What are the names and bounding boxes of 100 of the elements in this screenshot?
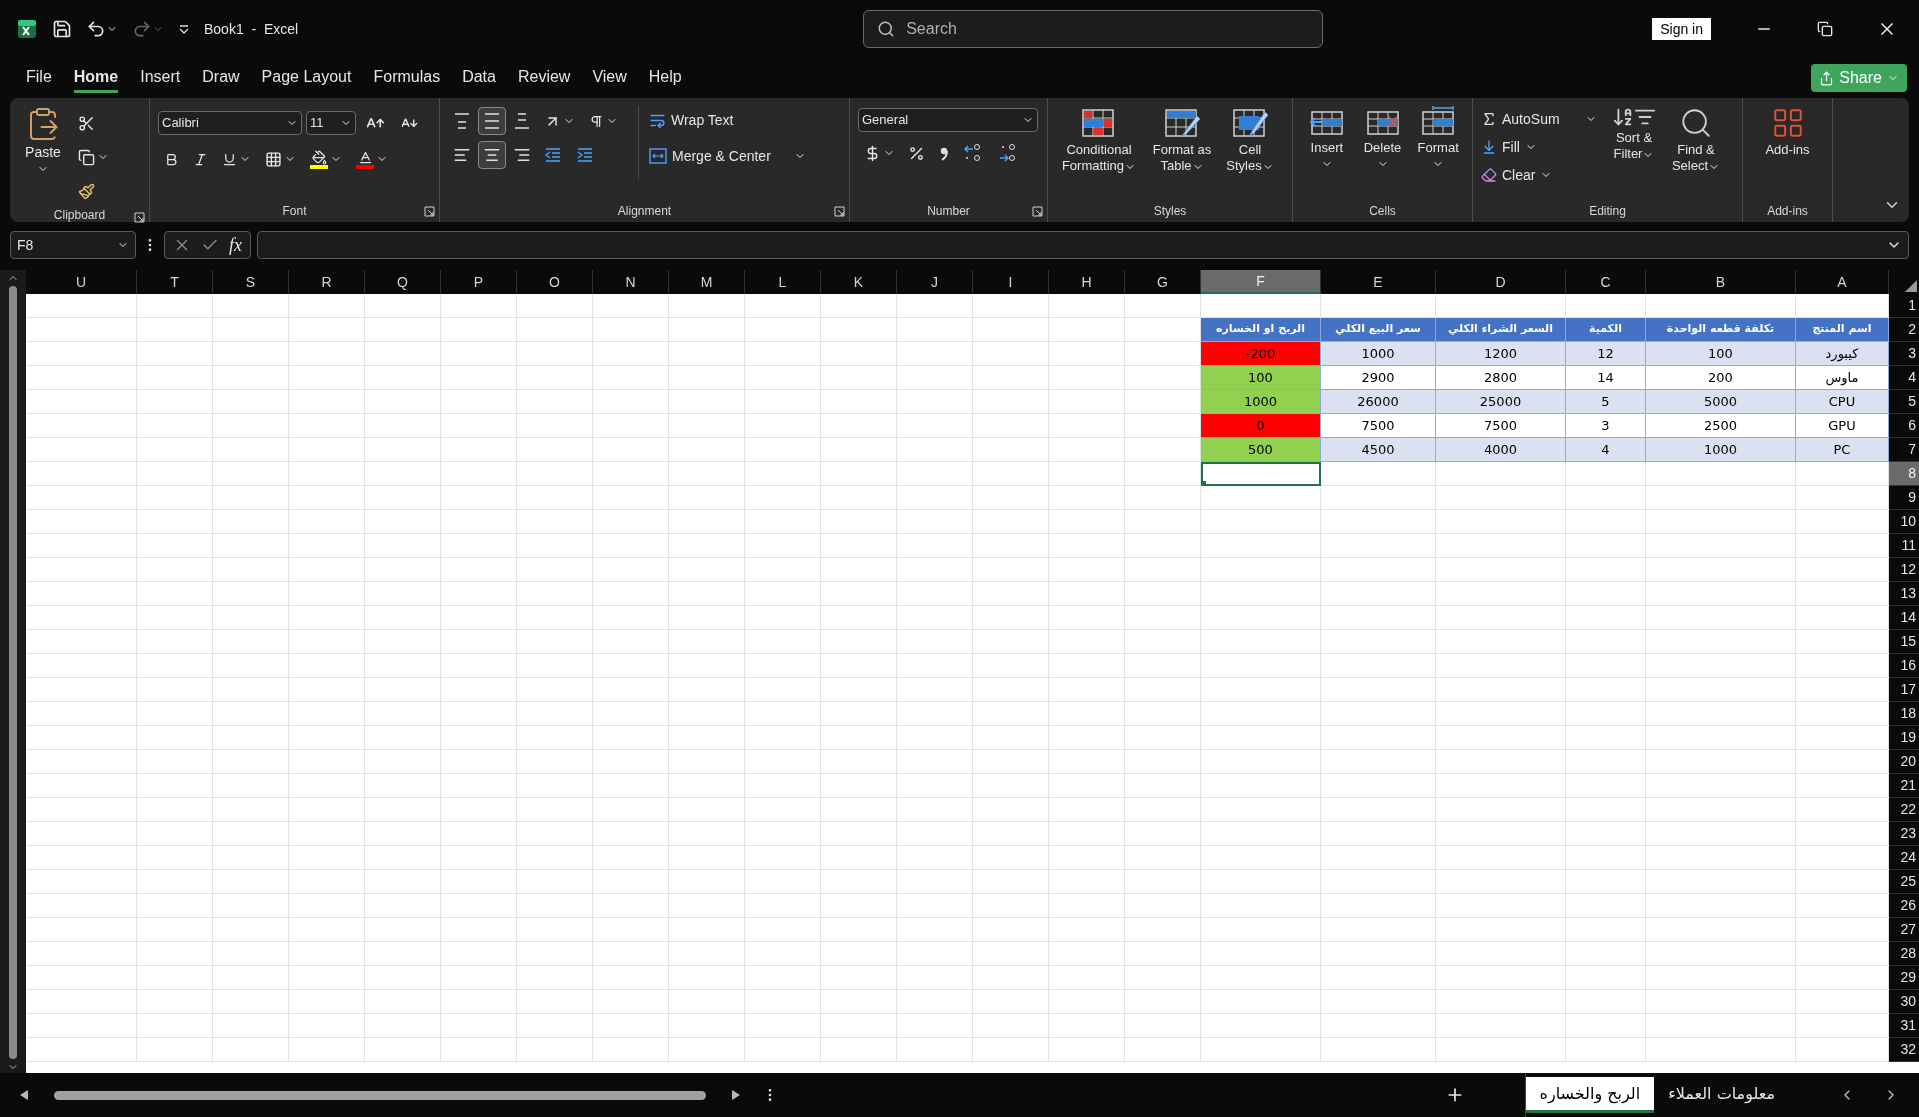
column-header[interactable]: C [1566, 270, 1646, 294]
row-header[interactable]: 28 [1889, 942, 1919, 966]
undo-icon[interactable] [86, 19, 106, 39]
cells-button[interactable]: Insert [1301, 106, 1353, 170]
row-header[interactable]: 4 [1889, 366, 1919, 390]
editing-button[interactable]: Clear [1481, 162, 1601, 188]
merge-center-button[interactable]: Merge & Center [649, 142, 806, 170]
column-header[interactable]: B [1646, 270, 1796, 294]
vertical-scrollbar[interactable] [0, 270, 26, 1073]
row-header[interactable]: 7 [1889, 438, 1919, 462]
row-header[interactable]: 11 [1889, 534, 1919, 558]
wrap-text-button[interactable]: Wrap Text [649, 106, 806, 134]
editing-button[interactable]: Sort & Filter [1605, 106, 1663, 162]
column-header[interactable]: R [289, 270, 365, 294]
row-header[interactable]: 6 [1889, 414, 1919, 438]
column-header[interactable]: K [821, 270, 897, 294]
vertical-align-button[interactable] [478, 107, 506, 135]
row-header[interactable]: 14 [1889, 606, 1919, 630]
styles-button[interactable]: Conditional Formatting [1056, 106, 1142, 174]
row-header[interactable]: 26 [1889, 894, 1919, 918]
editing-button[interactable]: Fill [1481, 134, 1601, 160]
column-header[interactable]: G [1125, 270, 1201, 294]
dialog-launcher-icon[interactable] [424, 206, 435, 217]
row-header[interactable]: 21 [1889, 774, 1919, 798]
sheet-tab[interactable]: الربح والخساره [1525, 1077, 1655, 1113]
menu-tab[interactable]: Page Layout [261, 63, 352, 93]
restore-icon[interactable] [1817, 21, 1833, 37]
column-header[interactable]: F [1201, 270, 1321, 294]
row-header[interactable]: 25 [1889, 870, 1919, 894]
row-header[interactable]: 8 [1889, 462, 1919, 486]
menu-tab[interactable]: File [26, 63, 52, 93]
menu-tab[interactable]: Help [648, 63, 682, 93]
column-header[interactable]: O [517, 270, 593, 294]
menu-tab[interactable]: Insert [140, 63, 181, 93]
sheet-tab[interactable]: معلومات العملاء [1654, 1077, 1789, 1113]
row-header[interactable]: 2 [1889, 318, 1919, 342]
column-header[interactable]: T [137, 270, 213, 294]
sign-in-button[interactable]: Sign in [1652, 18, 1711, 40]
row-header[interactable]: 9 [1889, 486, 1919, 510]
row-header[interactable]: 24 [1889, 846, 1919, 870]
editing-button[interactable]: Find & Select [1667, 106, 1725, 174]
dialog-launcher-icon[interactable] [134, 212, 145, 223]
row-header[interactable]: 3 [1889, 342, 1919, 366]
font-name-field[interactable]: Calibri [158, 111, 302, 135]
row-header[interactable]: 13 [1889, 582, 1919, 606]
row-header[interactable]: 27 [1889, 918, 1919, 942]
row-header[interactable]: 16 [1889, 654, 1919, 678]
active-cell[interactable] [1201, 462, 1321, 486]
search-field[interactable]: Search [863, 10, 1324, 48]
horizontal-scrollbar[interactable] [20, 1087, 740, 1103]
row-header[interactable]: 20 [1889, 750, 1919, 774]
row-header[interactable]: 10 [1889, 510, 1919, 534]
menu-tab[interactable]: Formulas [373, 63, 441, 93]
column-header[interactable]: A [1796, 270, 1889, 294]
row-header[interactable]: 32 [1889, 1038, 1919, 1062]
row-header[interactable]: 29 [1889, 966, 1919, 990]
menu-tab[interactable]: Review [517, 63, 571, 93]
column-header[interactable]: I [973, 270, 1049, 294]
column-header[interactable]: H [1049, 270, 1125, 294]
dialog-launcher-icon[interactable] [1032, 206, 1043, 217]
menu-tab[interactable]: Data [462, 63, 496, 93]
redo-icon[interactable] [132, 19, 152, 39]
column-header[interactable]: U [26, 270, 137, 294]
row-header[interactable]: 18 [1889, 702, 1919, 726]
add-ins-button[interactable]: Add-ins [1751, 106, 1824, 158]
row-header[interactable]: 23 [1889, 822, 1919, 846]
dialog-launcher-icon[interactable] [834, 206, 845, 217]
font-size-field[interactable]: 11 [306, 111, 356, 135]
formula-input-field[interactable] [257, 231, 1909, 259]
column-header[interactable]: S [213, 270, 289, 294]
column-header[interactable]: Q [365, 270, 441, 294]
row-header[interactable]: 19 [1889, 726, 1919, 750]
number-format-field[interactable]: General [858, 108, 1038, 132]
save-icon[interactable] [52, 19, 72, 39]
insert-function-button[interactable]: fx [229, 231, 242, 259]
row-header[interactable]: 15 [1889, 630, 1919, 654]
column-header[interactable]: P [441, 270, 517, 294]
horizontal-align-button[interactable] [478, 141, 506, 169]
styles-button[interactable]: Cell Styles [1222, 106, 1278, 174]
menu-tab[interactable]: Home [73, 63, 119, 93]
menu-tab[interactable]: View [592, 63, 627, 93]
editing-button[interactable]: AutoSum [1481, 106, 1601, 132]
cells-button[interactable]: Delete [1356, 106, 1409, 170]
column-header[interactable]: N [593, 270, 669, 294]
row-header[interactable]: 30 [1889, 990, 1919, 1014]
row-header[interactable]: 5 [1889, 390, 1919, 414]
customize-toolbar-icon[interactable] [178, 23, 190, 35]
column-header[interactable]: J [897, 270, 973, 294]
row-header[interactable]: 12 [1889, 558, 1919, 582]
column-header[interactable]: E [1321, 270, 1436, 294]
row-header[interactable]: 1 [1889, 294, 1919, 318]
row-header[interactable]: 22 [1889, 798, 1919, 822]
menu-tab[interactable]: Draw [202, 63, 240, 93]
paste-button[interactable]: Paste [18, 106, 68, 175]
column-header[interactable]: L [745, 270, 821, 294]
row-header[interactable]: 17 [1889, 678, 1919, 702]
column-header[interactable]: D [1436, 270, 1566, 294]
row-header[interactable]: 31 [1889, 1014, 1919, 1038]
cells-button[interactable]: Format [1412, 106, 1464, 170]
column-header[interactable]: M [669, 270, 745, 294]
